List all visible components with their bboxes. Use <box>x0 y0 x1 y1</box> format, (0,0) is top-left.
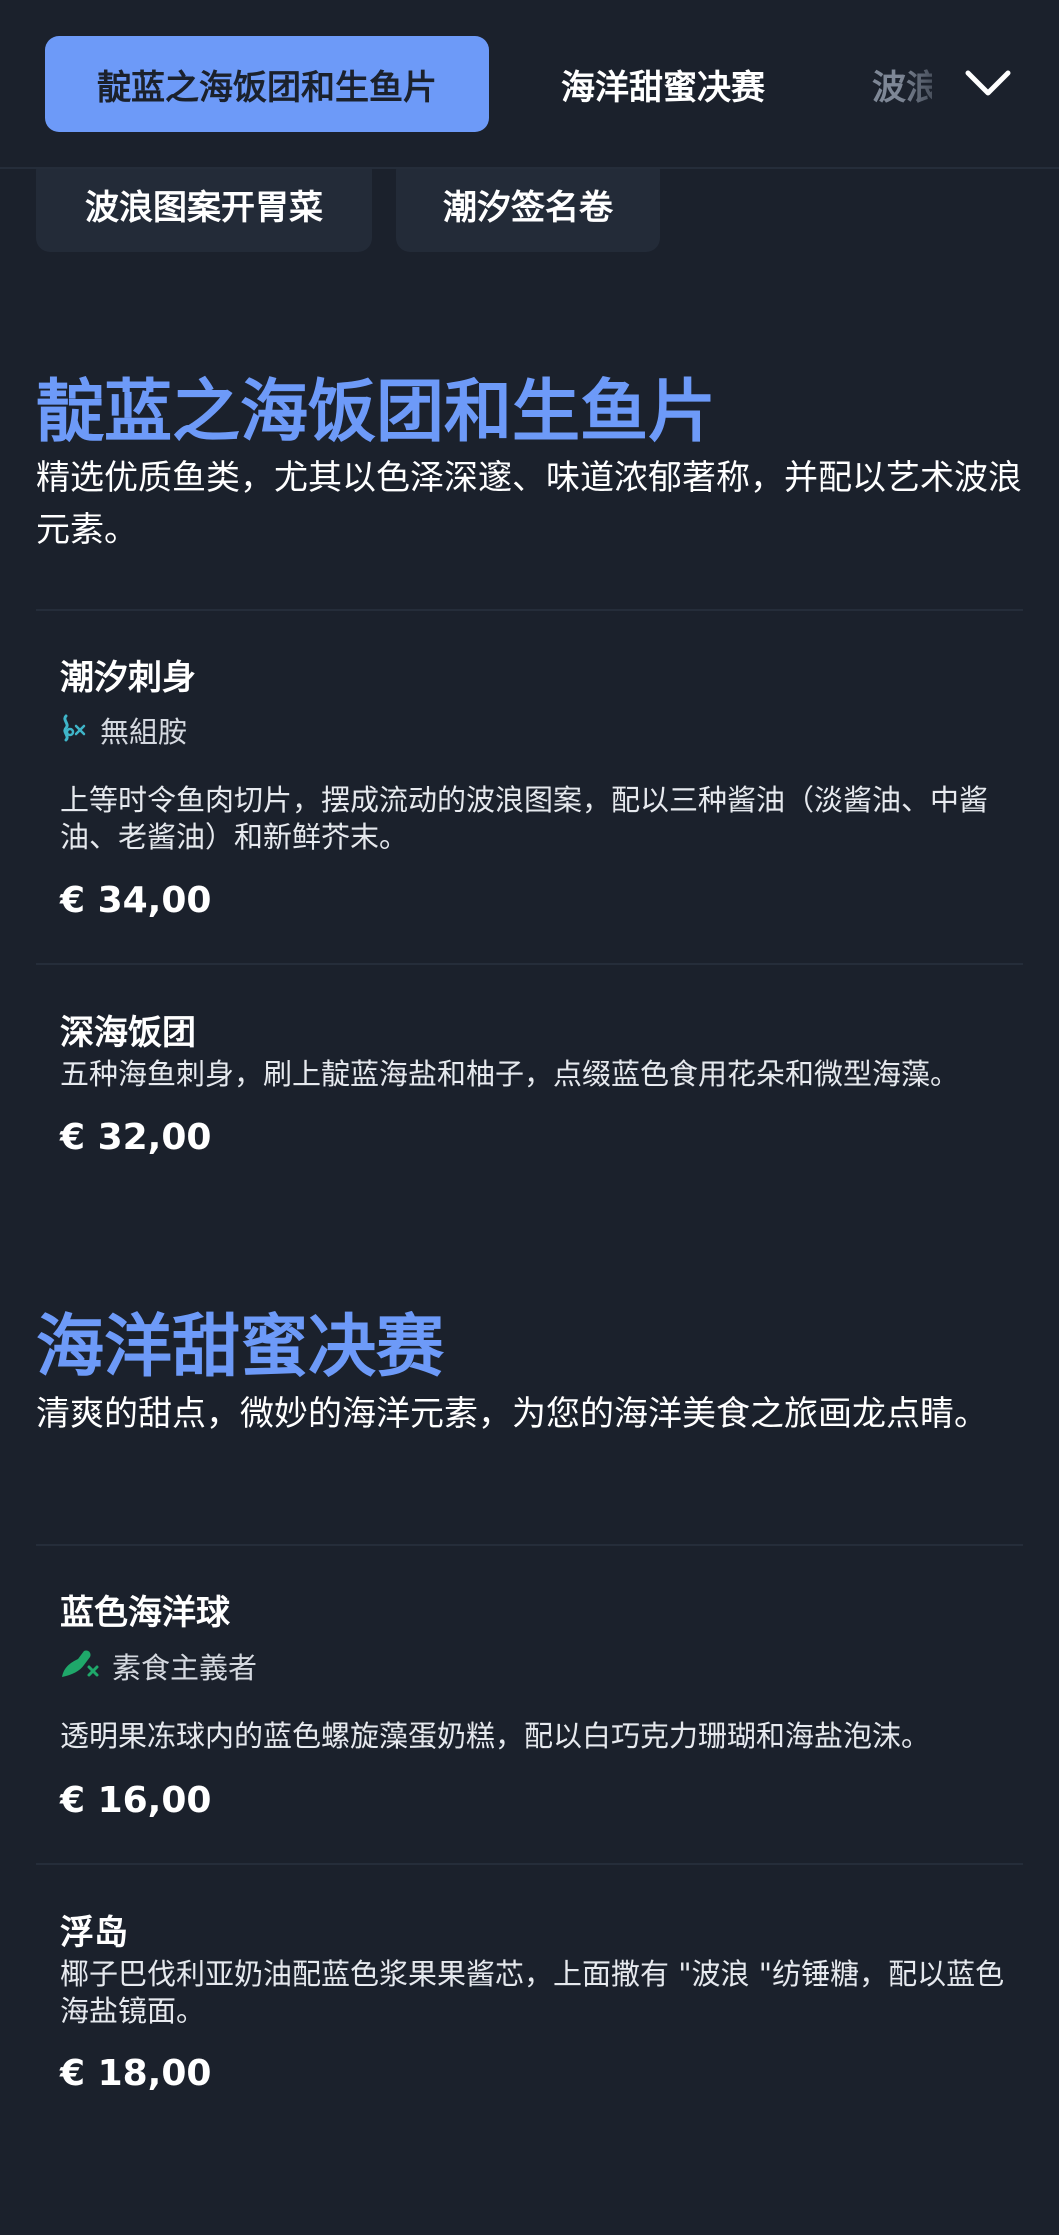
dietary-tag-label: 無組胺 <box>100 715 188 749</box>
section-title: 靛蓝之海饭团和生鱼片 <box>36 373 717 452</box>
section-title: 海洋甜蜜决赛 <box>36 1308 445 1387</box>
chevron-down-icon[interactable] <box>960 56 1016 112</box>
tab-ocean-sweet-finals[interactable]: 海洋甜蜜决赛 <box>540 36 786 132</box>
tab-indigo-sea-sushi[interactable]: 靛蓝之海饭团和生鱼片 <box>45 36 489 132</box>
section-description: 精选优质鱼类，尤其以色泽深邃、味道浓郁著称，并配以艺术波浪元素。 <box>36 458 1022 550</box>
menu-item-name[interactable]: 潮汐刺身 <box>60 650 196 699</box>
menu-item-price: € 18,00 <box>60 2053 212 2094</box>
menu-item-price: € 32,00 <box>60 1117 212 1158</box>
chip-tide-signature-rolls[interactable]: 潮汐签名卷 <box>396 156 660 252</box>
menu-item-description: 上等时令鱼肉切片，摆成流动的波浪图案，配以三种酱油（淡酱油、中酱油、老酱油）和新… <box>60 783 989 854</box>
menu-item-price: € 16,00 <box>60 1780 212 1821</box>
vegetarian-icon <box>58 1645 100 1688</box>
divider <box>36 1863 1023 1865</box>
menu-item-price: € 34,00 <box>60 880 212 921</box>
menu-page: 靛蓝之海饭团和生鱼片 海洋甜蜜决赛 波浪 波浪图案开胃菜 潮汐签名卷 靛蓝之海饭… <box>0 0 1059 2235</box>
chip-wave-appetizers[interactable]: 波浪图案开胃菜 <box>36 156 372 252</box>
histamine-free-icon <box>58 712 88 749</box>
section-description: 清爽的甜点，微妙的海洋元素，为您的海洋美食之旅画龙点睛。 <box>36 1394 988 1434</box>
dietary-tag-label: 素食主義者 <box>112 1651 258 1685</box>
menu-item-description: 透明果冻球内的蓝色螺旋藻蛋奶糕，配以白巧克力珊瑚和海盐泡沫。 <box>60 1719 931 1753</box>
menu-item-name[interactable]: 深海饭团 <box>60 1005 196 1054</box>
divider <box>36 1544 1023 1546</box>
menu-item-name[interactable]: 浮岛 <box>60 1905 128 1954</box>
menu-item-description: 椰子巴伐利亚奶油配蓝色浆果果酱芯，上面撒有 "波浪 "纺锤糖，配以蓝色海盐镜面。 <box>60 1957 1005 2028</box>
dietary-tag: 素食主義者 <box>58 1644 257 1688</box>
menu-item-name[interactable]: 蓝色海洋球 <box>60 1585 230 1634</box>
category-tab-bar: 靛蓝之海饭团和生鱼片 海洋甜蜜决赛 波浪 <box>0 0 1059 169</box>
menu-item-description: 五种海鱼刺身，刷上靛蓝海盐和柚子，点缀蓝色食用花朵和微型海藻。 <box>60 1057 960 1091</box>
divider <box>36 963 1023 965</box>
divider <box>36 609 1023 611</box>
dietary-tag: 無組胺 <box>58 708 187 752</box>
